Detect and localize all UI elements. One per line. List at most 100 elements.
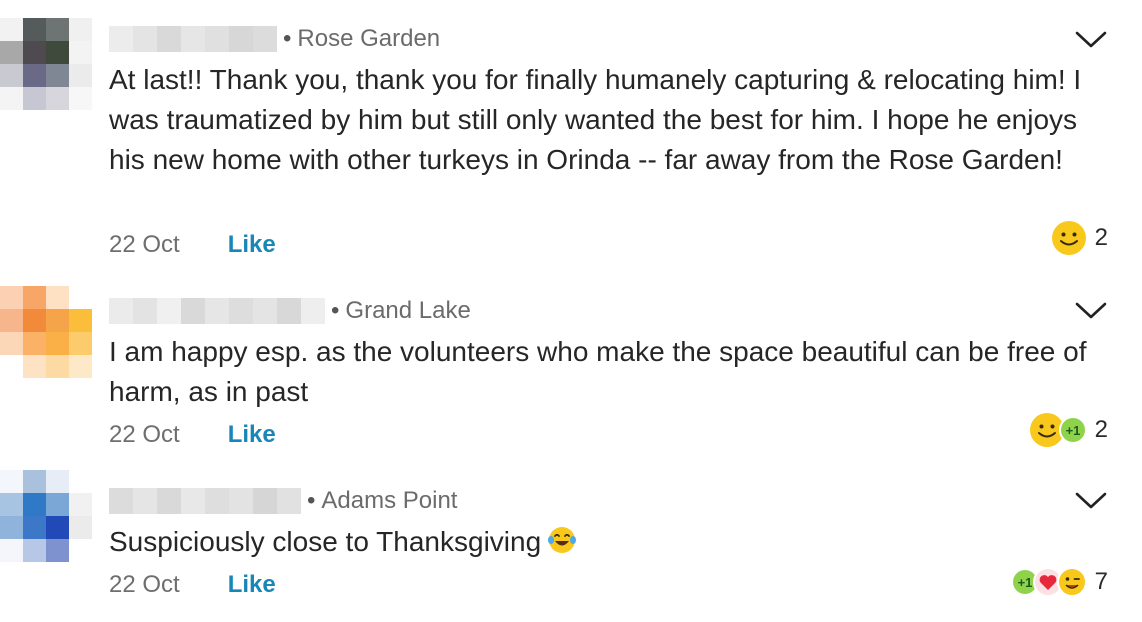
avatar-pixel bbox=[46, 470, 69, 493]
avatar[interactable] bbox=[0, 470, 92, 562]
comment-meta: 22 Oct Like bbox=[109, 228, 276, 262]
plus-one-icon: +1 bbox=[1058, 416, 1087, 444]
avatar-pixel bbox=[23, 87, 46, 110]
svg-text:+1: +1 bbox=[1017, 575, 1032, 590]
reaction-icons: +1 bbox=[1029, 412, 1087, 448]
avatar-pixel bbox=[46, 309, 69, 332]
avatar-pixel bbox=[23, 516, 46, 539]
avatar-pixel bbox=[46, 493, 69, 516]
avatar-pixel bbox=[46, 64, 69, 87]
name-redaction-block bbox=[109, 26, 133, 52]
name-redaction-block bbox=[277, 488, 301, 514]
like-button[interactable]: Like bbox=[228, 571, 276, 599]
avatar-pixel bbox=[0, 87, 23, 110]
reactions-summary[interactable]: +1 7 bbox=[1010, 562, 1108, 602]
smile-emoji-icon bbox=[1051, 221, 1086, 255]
name-redaction-block bbox=[229, 488, 253, 514]
separator-dot: • bbox=[283, 25, 292, 52]
reaction-icons bbox=[1051, 220, 1087, 256]
comment-meta: 22 Oct Like bbox=[109, 568, 276, 602]
author-name-redacted[interactable] bbox=[109, 298, 325, 324]
avatar-pixel bbox=[0, 309, 23, 332]
avatar-pixel bbox=[23, 332, 46, 355]
avatar-pixel bbox=[69, 355, 92, 378]
avatar-pixel bbox=[46, 18, 69, 41]
reactions-summary[interactable]: 2 bbox=[1051, 218, 1108, 258]
comment-date: 22 Oct bbox=[109, 231, 180, 258]
reaction-count: 2 bbox=[1094, 224, 1108, 251]
name-redaction-block bbox=[157, 488, 181, 514]
avatar-pixel bbox=[0, 286, 23, 309]
comment-text-row: Suspiciously close to Thanksgiving bbox=[109, 522, 1109, 566]
reaction-count: 7 bbox=[1094, 568, 1108, 595]
avatar-pixel bbox=[23, 64, 46, 87]
name-redaction-block bbox=[229, 298, 253, 324]
wink-emoji-icon bbox=[1056, 567, 1087, 597]
avatar-pixel bbox=[46, 332, 69, 355]
like-button[interactable]: Like bbox=[228, 231, 276, 259]
avatar-pixel bbox=[23, 493, 46, 516]
comment-text: I am happy esp. as the volunteers who ma… bbox=[109, 336, 1087, 407]
author-locality[interactable]: • Rose Garden bbox=[283, 25, 440, 53]
separator-dot: • bbox=[307, 487, 316, 514]
author-name-redacted[interactable] bbox=[109, 488, 301, 514]
name-redaction-block bbox=[157, 26, 181, 52]
separator-dot: • bbox=[331, 297, 340, 324]
avatar-pixel bbox=[23, 286, 46, 309]
name-redaction-block bbox=[253, 26, 277, 52]
comment-meta: 22 Oct Like bbox=[109, 418, 276, 452]
name-redaction-block bbox=[157, 298, 181, 324]
avatar-pixel bbox=[0, 539, 23, 562]
avatar[interactable] bbox=[0, 286, 92, 378]
avatar-pixel bbox=[0, 64, 23, 87]
avatar-pixel bbox=[23, 355, 46, 378]
name-redaction-block bbox=[181, 488, 205, 514]
comment-text: Suspiciously close to Thanksgiving bbox=[109, 526, 542, 557]
chevron-down-icon[interactable] bbox=[1074, 300, 1108, 322]
name-redaction-block bbox=[109, 298, 133, 324]
avatar-pixel bbox=[23, 18, 46, 41]
author-row: • Grand Lake bbox=[109, 295, 471, 327]
chevron-down-icon[interactable] bbox=[1074, 29, 1108, 51]
comment-date: 22 Oct bbox=[109, 571, 180, 598]
name-redaction-block bbox=[205, 298, 229, 324]
avatar-pixel bbox=[46, 87, 69, 110]
avatar-pixel bbox=[69, 470, 92, 493]
reactions-summary[interactable]: +1 2 bbox=[1029, 410, 1108, 450]
avatar[interactable] bbox=[0, 18, 92, 110]
avatar-pixel bbox=[0, 18, 23, 41]
name-redaction-block bbox=[205, 26, 229, 52]
name-redaction-block bbox=[301, 298, 325, 324]
chevron-down-icon[interactable] bbox=[1074, 490, 1108, 512]
avatar-pixel bbox=[0, 41, 23, 64]
locality-label: Adams Point bbox=[321, 487, 458, 514]
author-name-redacted[interactable] bbox=[109, 26, 277, 52]
locality-label: Rose Garden bbox=[297, 25, 441, 52]
name-redaction-block bbox=[109, 488, 133, 514]
name-redaction-block bbox=[181, 298, 205, 324]
avatar-pixel bbox=[23, 539, 46, 562]
avatar-pixel bbox=[46, 41, 69, 64]
avatar-pixel bbox=[46, 516, 69, 539]
avatar-pixel bbox=[0, 516, 23, 539]
like-button[interactable]: Like bbox=[228, 421, 276, 449]
avatar-pixel bbox=[69, 41, 92, 64]
author-locality[interactable]: • Adams Point bbox=[307, 487, 457, 515]
name-redaction-block bbox=[277, 298, 301, 324]
comment-text: At last!! Thank you, thank you for final… bbox=[109, 64, 1082, 175]
name-redaction-block bbox=[133, 488, 157, 514]
name-redaction-block bbox=[181, 26, 205, 52]
name-redaction-block bbox=[133, 26, 157, 52]
name-redaction-block bbox=[253, 298, 277, 324]
author-locality[interactable]: • Grand Lake bbox=[331, 297, 471, 325]
reaction-icons: +1 bbox=[1010, 567, 1087, 597]
avatar-pixel bbox=[69, 493, 92, 516]
avatar-pixel bbox=[69, 286, 92, 309]
avatar-pixel bbox=[0, 332, 23, 355]
avatar-pixel bbox=[46, 355, 69, 378]
name-redaction-block bbox=[205, 488, 229, 514]
svg-text:+1: +1 bbox=[1065, 423, 1080, 438]
author-row: • Adams Point bbox=[109, 485, 457, 517]
name-redaction-block bbox=[133, 298, 157, 324]
avatar-pixel bbox=[69, 18, 92, 41]
